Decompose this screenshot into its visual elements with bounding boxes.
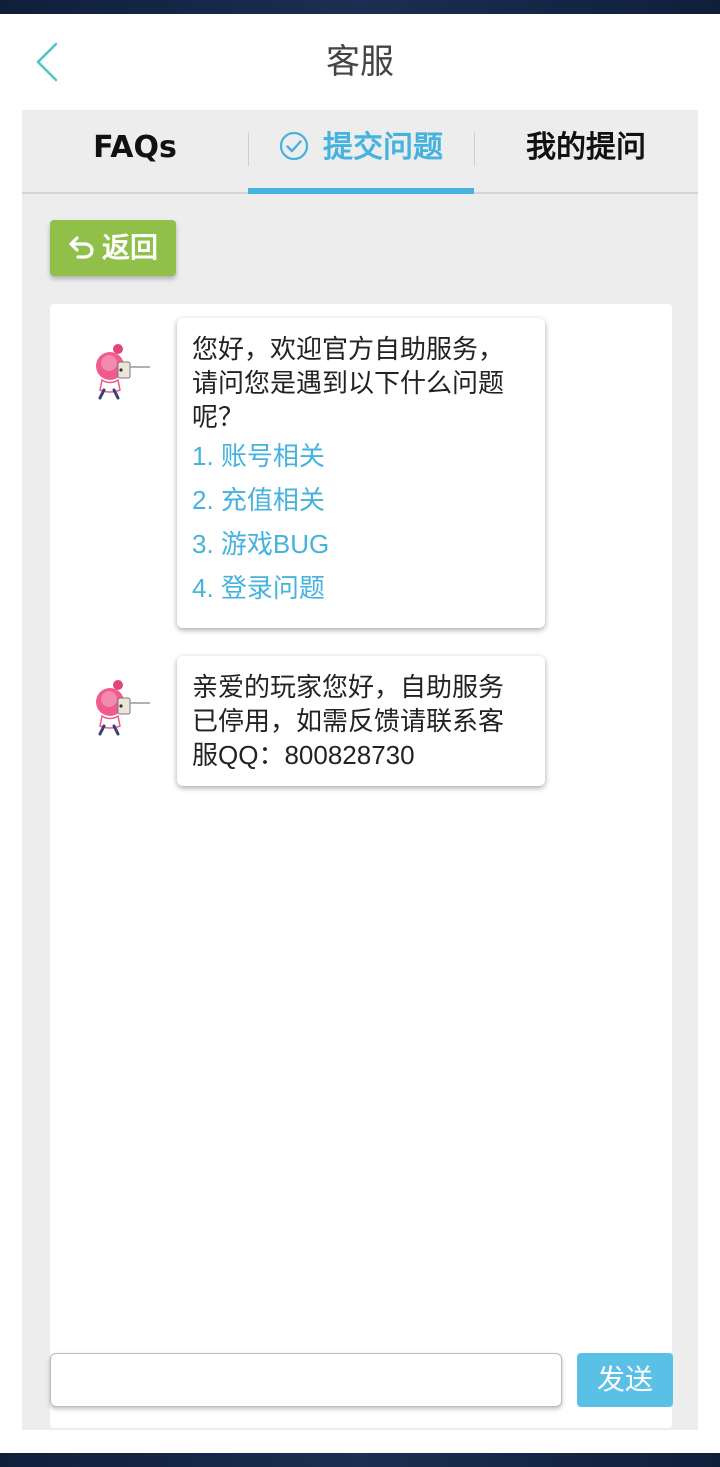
tab-mine-label: 我的提问	[526, 130, 646, 165]
return-arrow-icon	[69, 236, 94, 259]
tab-bar: FAQs 提交问题 我的提问	[22, 110, 698, 194]
message-text: 您好，欢迎官方自助服务，请问您是遇到以下什么问题呢？	[192, 334, 505, 432]
page-title: 客服	[326, 42, 394, 82]
bot-message-bubble: 亲爱的玩家您好，自助服务已停用，如需反馈请联系客服QQ：800828730	[177, 656, 545, 786]
send-button[interactable]: 发送	[577, 1353, 673, 1407]
status-strip-top	[0, 0, 720, 14]
option-login[interactable]: 4. 登录问题	[192, 566, 529, 610]
message-input[interactable]	[50, 1353, 562, 1407]
option-account[interactable]: 1. 账号相关	[192, 434, 529, 478]
tab-faqs[interactable]: FAQs	[22, 110, 248, 192]
back-button[interactable]	[30, 40, 70, 84]
status-strip-bottom	[0, 1453, 720, 1467]
pink-mascot-icon	[96, 680, 150, 736]
tab-submit-label: 提交问题	[323, 130, 443, 165]
tab-submit-question[interactable]: 提交问题	[248, 110, 474, 194]
check-circle-icon	[279, 131, 309, 160]
option-game-bug[interactable]: 3. 游戏BUG	[192, 522, 529, 566]
chevron-left-icon	[36, 42, 58, 82]
chat-area: 您好，欢迎官方自助服务，请问您是遇到以下什么问题呢？ 1. 账号相关 2. 充值…	[50, 304, 673, 1428]
content-panel: FAQs 提交问题 我的提问 返回 您好，欢迎官方自助服务，请问您是遇到以下什么…	[22, 110, 698, 1430]
active-tab-indicator	[248, 188, 474, 194]
pink-mascot-icon	[96, 344, 150, 400]
message-text: 亲爱的玩家您好，自助服务已停用，如需反馈请联系客服QQ：800828730	[192, 672, 505, 770]
tab-my-questions[interactable]: 我的提问	[474, 110, 698, 192]
bot-message-bubble: 您好，欢迎官方自助服务，请问您是遇到以下什么问题呢？ 1. 账号相关 2. 充值…	[177, 318, 545, 628]
return-button-label: 返回	[101, 231, 158, 264]
option-recharge[interactable]: 2. 充值相关	[192, 478, 529, 522]
tab-faqs-label: FAQs	[93, 130, 177, 165]
return-button[interactable]: 返回	[50, 220, 176, 276]
header-bar: 客服	[0, 14, 720, 110]
app-screen: 客服 FAQs 提交问题 我的提问 返回 您好，欢迎官方自助服务，请问您是遇到以…	[0, 14, 720, 1453]
